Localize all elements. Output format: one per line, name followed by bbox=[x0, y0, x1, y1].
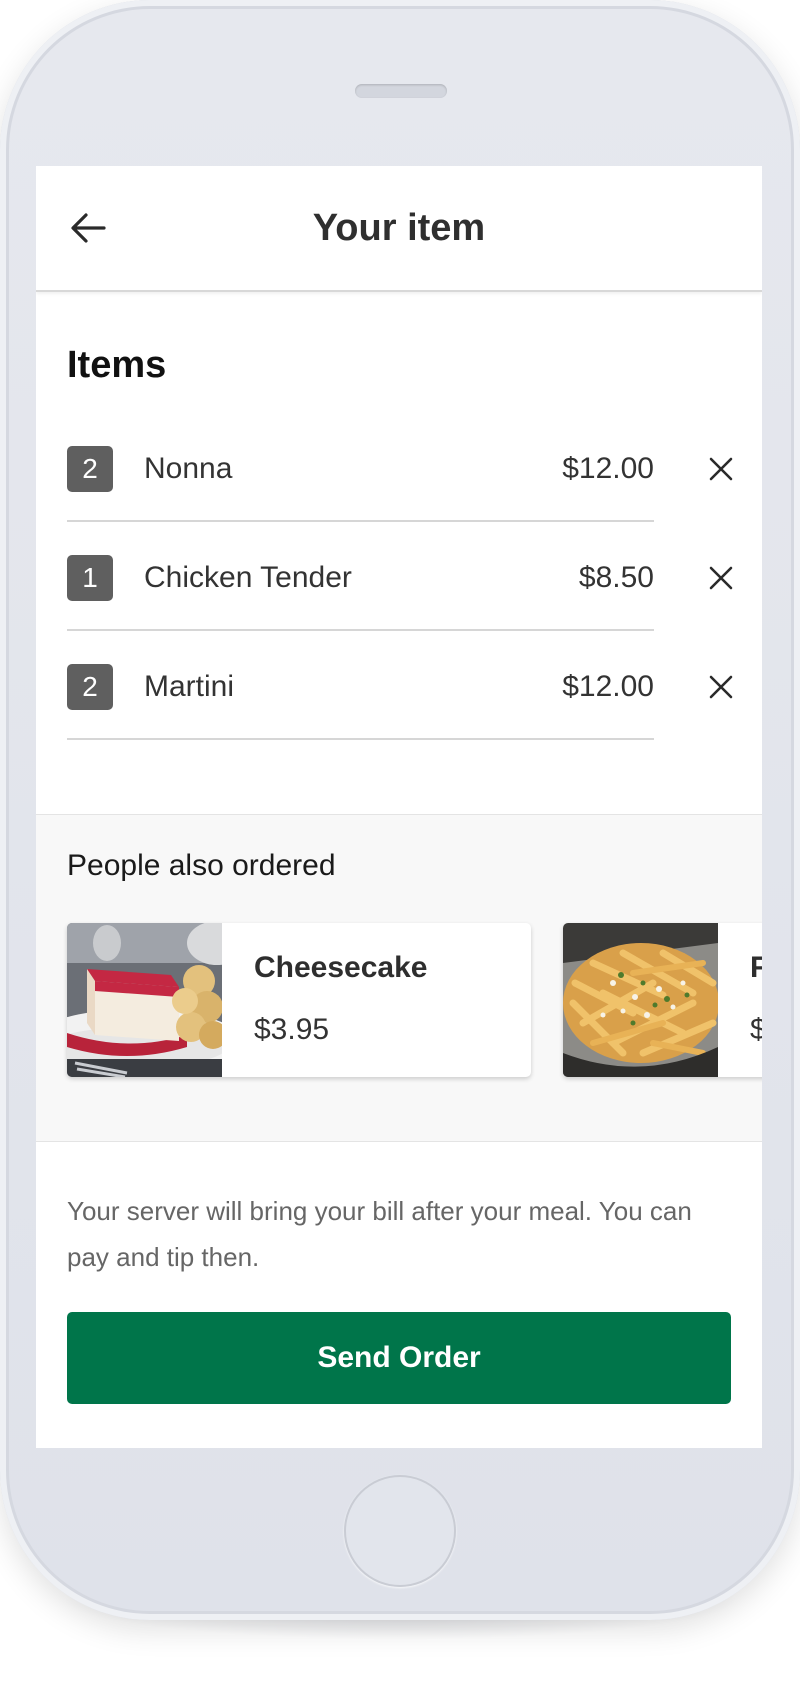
page-title: Your item bbox=[312, 206, 486, 249]
fries-photo bbox=[563, 923, 718, 1077]
suggestions-section: People also ordered Cheesecake $3.95 F $ bbox=[36, 814, 762, 1142]
suggestion-price: $ bbox=[750, 1013, 762, 1046]
phone-speaker bbox=[355, 84, 447, 98]
suggestion-price: $3.95 bbox=[254, 1013, 330, 1046]
cart-item: 1 Chicken Tender $8.50 bbox=[67, 523, 687, 631]
arrow-left-icon bbox=[71, 213, 106, 243]
divider bbox=[67, 520, 654, 522]
item-price: $12.00 bbox=[562, 452, 654, 485]
home-button[interactable] bbox=[344, 1475, 456, 1587]
bill-info-text: Your server will bring your bill after y… bbox=[67, 1196, 692, 1272]
cart-item: 2 Martini $12.00 bbox=[67, 632, 687, 740]
suggestions-heading: People also ordered bbox=[67, 849, 336, 882]
items-heading: Items bbox=[67, 344, 167, 386]
close-icon bbox=[709, 675, 733, 699]
quantity-badge: 2 bbox=[67, 664, 113, 710]
suggestion-name: Cheesecake bbox=[254, 951, 428, 984]
cheesecake-photo bbox=[67, 923, 222, 1077]
send-order-button[interactable]: Send Order bbox=[67, 1312, 731, 1404]
suggestion-card[interactable]: F $ bbox=[563, 923, 762, 1077]
remove-item-button[interactable] bbox=[704, 452, 738, 486]
item-name: Martini bbox=[144, 670, 235, 703]
divider bbox=[67, 629, 654, 631]
divider bbox=[67, 738, 654, 740]
item-name: Nonna bbox=[144, 452, 233, 485]
item-name: Chicken Tender bbox=[144, 561, 352, 594]
item-price: $8.50 bbox=[578, 561, 654, 594]
suggestion-card[interactable]: Cheesecake $3.95 bbox=[67, 923, 531, 1077]
remove-item-button[interactable] bbox=[704, 670, 738, 704]
close-icon bbox=[709, 566, 733, 590]
quantity-badge: 1 bbox=[67, 555, 113, 601]
top-bar: Your item bbox=[36, 166, 762, 292]
back-button[interactable] bbox=[66, 206, 110, 250]
cart-item: 2 Nonna $12.00 bbox=[67, 414, 687, 522]
phone-frame: Your item Items 2 Nonna $12.00 1 Chicken… bbox=[0, 0, 800, 1620]
app-screen: Your item Items 2 Nonna $12.00 1 Chicken… bbox=[36, 166, 762, 1448]
close-icon bbox=[709, 457, 733, 481]
item-price: $12.00 bbox=[562, 670, 654, 703]
remove-item-button[interactable] bbox=[704, 561, 738, 595]
quantity-badge: 2 bbox=[67, 446, 113, 492]
suggestion-name: F bbox=[750, 951, 762, 984]
